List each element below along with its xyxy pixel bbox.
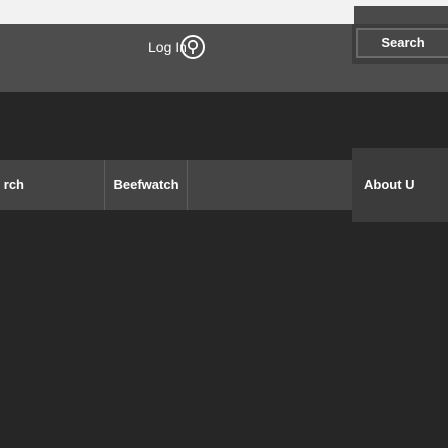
search-button[interactable]: Search xyxy=(356,28,448,58)
nav-item-about-us[interactable]: About U xyxy=(364,160,448,210)
nav-item-search[interactable]: rch xyxy=(0,160,24,210)
help-circle-icon[interactable] xyxy=(180,34,206,60)
nav-item-beefwatch[interactable]: Beefwatch xyxy=(104,160,188,210)
top-strip-dark-block xyxy=(354,6,448,24)
